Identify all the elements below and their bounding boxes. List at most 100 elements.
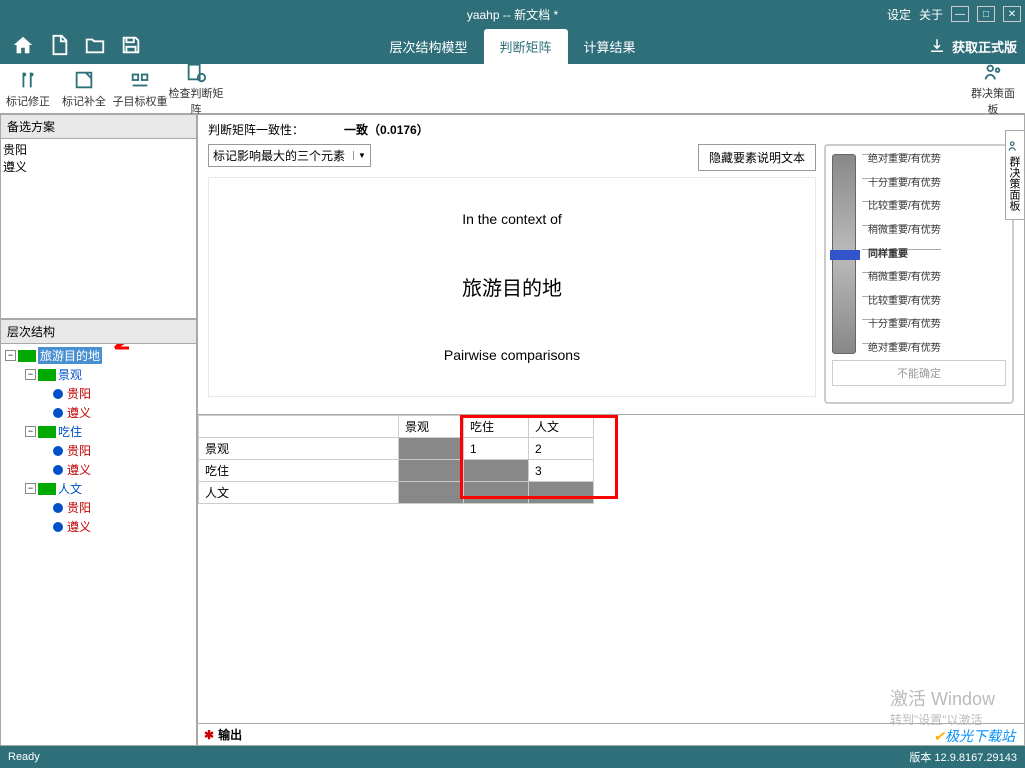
mark-correct-button[interactable]: 标记修正 xyxy=(0,69,56,109)
gear-icon: ✱ xyxy=(204,728,214,742)
dot-icon xyxy=(53,446,63,456)
status-version: 版本 12.9.8167.29143 xyxy=(909,749,1017,765)
dot-icon xyxy=(53,522,63,532)
scale-label[interactable]: 比较重要/有优势 xyxy=(862,201,941,212)
tree-toggle-icon[interactable]: − xyxy=(25,369,36,380)
consistency-label: 判断矩阵一致性： xyxy=(208,121,304,138)
matrix-corner xyxy=(199,416,399,438)
matrix-cell-lower xyxy=(399,482,464,504)
toolbar: 标记修正 标记补全 子目标权重 检查判断矩阵 群决策面板 xyxy=(0,64,1025,114)
scale-label[interactable]: 绝对重要/有优势 xyxy=(862,343,941,354)
scale-label[interactable]: 比较重要/有优势 xyxy=(862,296,941,307)
matrix-cell[interactable]: 1 xyxy=(464,438,529,460)
matrix-cell-lower xyxy=(464,482,529,504)
context-goal: 旅游目的地 xyxy=(219,272,805,301)
minimize-button[interactable]: — xyxy=(951,6,969,22)
matrix-cell[interactable]: 3 xyxy=(529,460,594,482)
close-button[interactable]: ✕ xyxy=(1003,6,1021,22)
tree-criterion[interactable]: 人文 xyxy=(58,480,82,497)
consistency-value: 一致（0.0176） xyxy=(344,121,429,138)
matrix-cell-lower xyxy=(399,460,464,482)
context-line2: Pairwise comparisons xyxy=(219,347,805,363)
alternative-item[interactable]: 贵阳 xyxy=(3,141,194,158)
subgoal-weight-button[interactable]: 子目标权重 xyxy=(112,69,168,109)
scale-panel: 绝对重要/有优势 十分重要/有优势 比较重要/有优势 稍微重要/有优势 同样重要… xyxy=(824,144,1014,404)
scale-label[interactable]: 稍微重要/有优势 xyxy=(862,225,941,236)
scale-label[interactable]: 十分重要/有优势 xyxy=(862,178,941,189)
status-ready: Ready xyxy=(8,751,40,763)
output-bar[interactable]: ✱ 输出 xyxy=(198,723,1024,745)
group-decision-button[interactable]: 群决策面板 xyxy=(969,61,1025,117)
matrix-cell-diag xyxy=(464,460,529,482)
tab-hierarchy-model[interactable]: 层次结构模型 xyxy=(373,29,483,64)
tree-leaf[interactable]: 遵义 xyxy=(67,461,91,478)
tree-toggle-icon[interactable]: − xyxy=(25,483,36,494)
side-tab-group-decision[interactable]: 群决策面板 xyxy=(1005,130,1025,220)
scale-label[interactable]: 十分重要/有优势 xyxy=(862,319,941,330)
tree-toggle-icon[interactable]: − xyxy=(25,426,36,437)
get-formal-button[interactable]: 获取正式版 xyxy=(928,37,1025,56)
about-link[interactable]: 关于 xyxy=(919,6,943,23)
uncertain-button[interactable]: 不能确定 xyxy=(832,360,1006,386)
mark-complete-button[interactable]: 标记补全 xyxy=(56,69,112,109)
hide-description-button[interactable]: 隐藏要素说明文本 xyxy=(698,144,816,171)
output-label: 输出 xyxy=(218,726,242,743)
tree-leaf[interactable]: 遵义 xyxy=(67,404,91,421)
scale-label[interactable]: 稍微重要/有优势 xyxy=(862,272,941,283)
menubar: 层次结构模型 判断矩阵 计算结果 获取正式版 xyxy=(0,28,1025,64)
grid-icon xyxy=(38,426,56,438)
context-line1: In the context of xyxy=(219,211,805,227)
matrix-row-header: 景观 xyxy=(199,438,399,460)
tab-results[interactable]: 计算结果 xyxy=(568,29,652,64)
grid-icon xyxy=(18,350,36,362)
chevron-down-icon: ▼ xyxy=(353,151,366,160)
matrix-col-header: 吃住 xyxy=(464,416,529,438)
context-panel: In the context of 旅游目的地 Pairwise compari… xyxy=(208,177,816,397)
dot-icon xyxy=(53,408,63,418)
dot-icon xyxy=(53,503,63,513)
maximize-button[interactable]: □ xyxy=(977,6,995,22)
tree-toggle-icon[interactable]: − xyxy=(5,350,16,361)
matrix-row-header: 吃住 xyxy=(199,460,399,482)
matrix-col-header: 人文 xyxy=(529,416,594,438)
tree-criterion[interactable]: 吃住 xyxy=(58,423,82,440)
home-icon[interactable] xyxy=(12,34,34,59)
matrix-row-header: 人文 xyxy=(199,482,399,504)
alternative-item[interactable]: 遵义 xyxy=(3,158,194,175)
scale-label-center[interactable]: 同样重要 xyxy=(862,249,941,260)
open-folder-icon[interactable] xyxy=(84,34,106,59)
save-icon[interactable] xyxy=(120,34,142,59)
matrix-cell-diag xyxy=(399,438,464,460)
tree-leaf[interactable]: 遵义 xyxy=(67,518,91,535)
alternatives-list: 贵阳 遵义 xyxy=(0,139,197,319)
tree-root[interactable]: 旅游目的地 xyxy=(38,347,102,364)
dot-icon xyxy=(53,389,63,399)
matrix-area: 景观 吃住 人文 景观 1 2 吃住 3 xyxy=(198,414,1024,723)
tab-judgment-matrix[interactable]: 判断矩阵 xyxy=(483,29,567,64)
scale-label[interactable]: 绝对重要/有优势 xyxy=(862,154,941,165)
grid-icon xyxy=(38,483,56,495)
influence-dropdown[interactable]: 标记影响最大的三个元素 ▼ xyxy=(208,144,371,167)
consistency-row: 判断矩阵一致性： 一致（0.0176） xyxy=(198,115,1024,144)
scale-marker[interactable] xyxy=(830,250,860,260)
alternatives-panel-title: 备选方案 xyxy=(0,114,197,139)
statusbar: Ready 版本 12.9.8167.29143 xyxy=(0,746,1025,768)
matrix-col-header: 景观 xyxy=(399,416,464,438)
pairwise-matrix: 景观 吃住 人文 景观 1 2 吃住 3 xyxy=(198,415,994,504)
hierarchy-tree: −旅游目的地 −景观 贵阳 遵义 −吃住 贵阳 遵义 −人文 贵阳 遵义 xyxy=(0,344,197,746)
tree-criterion[interactable]: 景观 xyxy=(58,366,82,383)
window-title: yaahp -- 新文档 * xyxy=(467,6,558,23)
scale-slider[interactable] xyxy=(832,154,856,354)
settings-link[interactable]: 设定 xyxy=(887,6,911,23)
dot-icon xyxy=(53,465,63,475)
check-matrix-button[interactable]: 检查判断矩阵 xyxy=(168,61,224,117)
tree-leaf[interactable]: 贵阳 xyxy=(67,499,91,516)
matrix-cell[interactable]: 2 xyxy=(529,438,594,460)
tree-leaf[interactable]: 贵阳 xyxy=(67,442,91,459)
titlebar: yaahp -- 新文档 * 设定 关于 — □ ✕ xyxy=(0,0,1025,28)
hierarchy-panel-title: 层次结构 xyxy=(0,319,197,344)
new-file-icon[interactable] xyxy=(48,34,70,59)
matrix-cell-diag xyxy=(529,482,594,504)
tree-leaf[interactable]: 贵阳 xyxy=(67,385,91,402)
grid-icon xyxy=(38,369,56,381)
